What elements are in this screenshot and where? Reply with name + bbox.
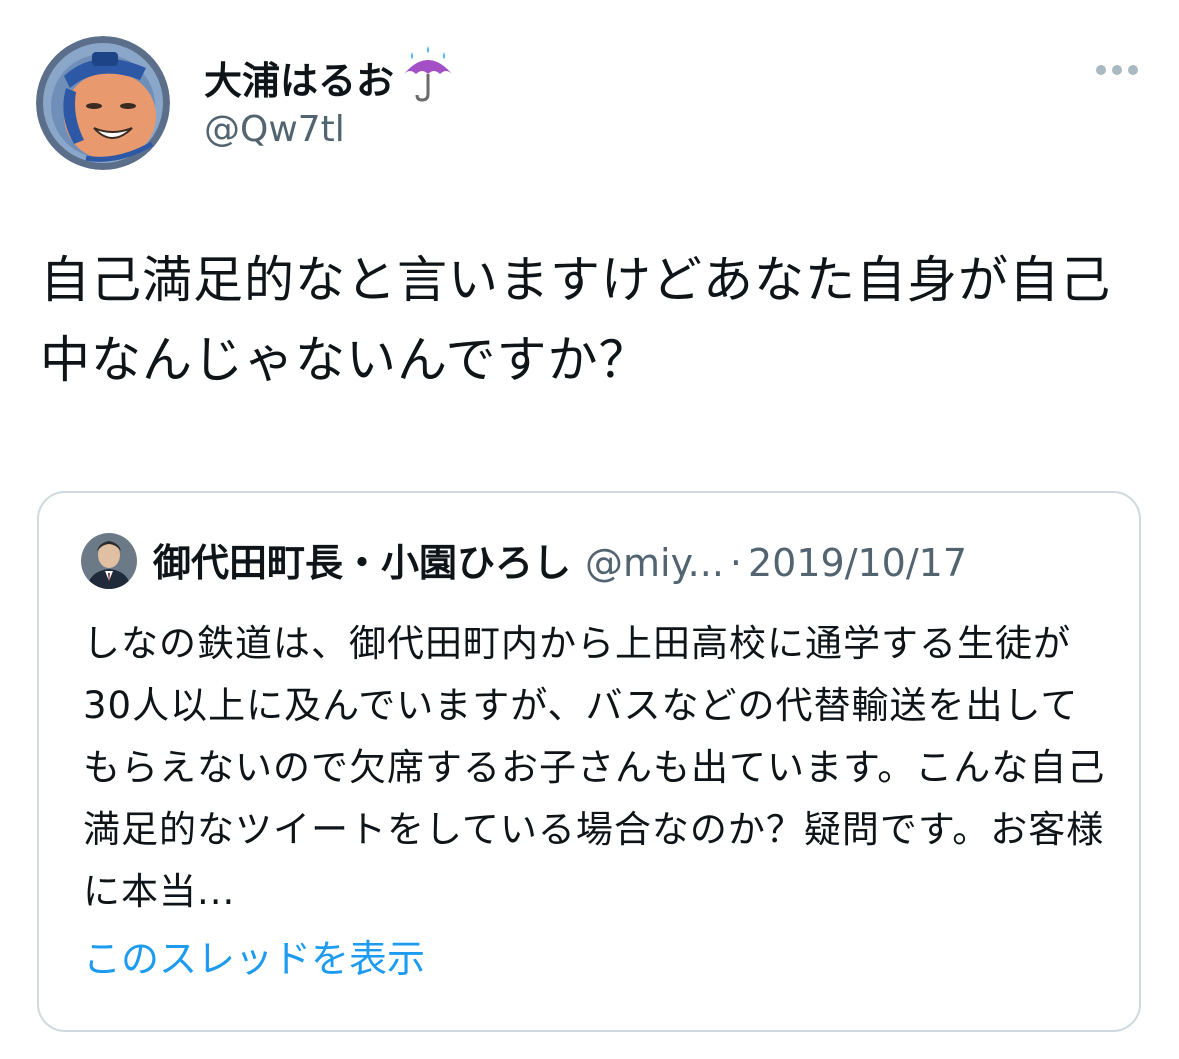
quoted-display-name[interactable]: 御代田町長・小園ひろし — [153, 541, 571, 585]
user-avatar[interactable] — [36, 36, 170, 170]
tweet-text: 自己満足的なと言いますけどあなた自身が自己中なんじゃないんですか？ — [40, 251, 1111, 389]
show-thread-link[interactable]: このスレッドを表示 — [83, 933, 425, 985]
quoted-handle[interactable]: @miy... — [585, 541, 724, 585]
quoted-tweet-text: しなの鉄道は、御代田町内から上田高校に通学する生徒が30人以上に及んでいますが、… — [83, 622, 1106, 913]
user-handle[interactable]: @Qw7tl — [204, 106, 345, 154]
header-separator: · — [729, 541, 742, 585]
display-name-text: 大浦はるお — [204, 59, 395, 103]
quoted-tweet-card[interactable]: 御代田町長・小園ひろし @miy... · 2019/10/17 しなの鉄道は、御代田… — [37, 491, 1141, 1032]
person-photo-icon — [81, 533, 137, 589]
quoted-user-avatar[interactable] — [81, 533, 137, 589]
umbrella-with-rain-icon — [398, 44, 458, 116]
mascot-avatar-icon — [36, 36, 170, 170]
quoted-tweet-header: 御代田町長・小園ひろし @miy... · 2019/10/17 — [153, 537, 1133, 589]
more-options-icon[interactable] — [1094, 62, 1140, 76]
quoted-date[interactable]: 2019/10/17 — [748, 541, 967, 585]
